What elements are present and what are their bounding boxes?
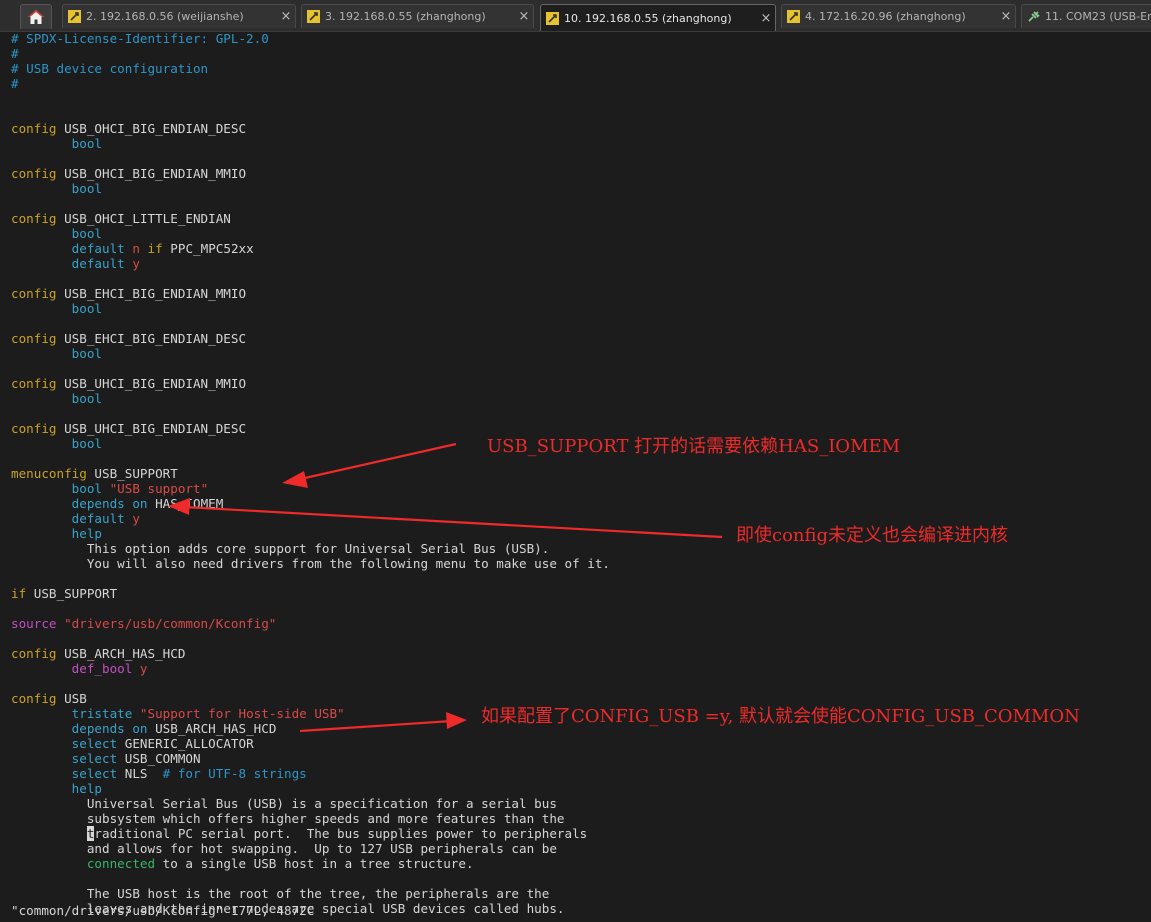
annotation-usb-support: USB_SUPPORT 打开的话需要依赖HAS_IOMEM [487,436,901,457]
arrow-default-y [183,505,723,539]
annotation-config-usb: 如果配置了CONFIG_USB =y, 默认就会使能CONFIG_USB_COM… [481,706,1080,727]
arrow-default-y-head [168,498,190,515]
arrow-usb-support-head [282,471,308,488]
arrow-usb-support [295,442,457,482]
annotation-arrows [168,442,723,733]
arrow-config-usb [299,719,453,733]
arrow-config-usb-head [446,712,467,729]
annotation-default-y: 即使config未定义也会编译进内核 [736,525,1009,546]
